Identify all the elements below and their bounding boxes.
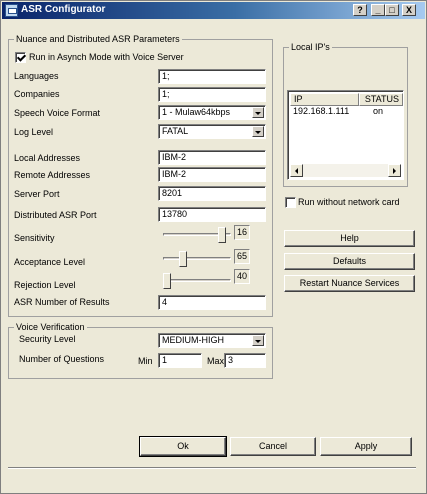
slider-track	[163, 279, 231, 282]
scroll-left-icon[interactable]	[290, 164, 303, 177]
speech-format-label: Speech Voice Format	[14, 108, 101, 118]
remote-addresses-input[interactable]: IBM-2	[158, 167, 266, 182]
minimize-button[interactable]: _	[371, 4, 385, 16]
server-port-label: Server Port	[14, 189, 60, 199]
async-mode-label: Run in Asynch Mode with Voice Server	[29, 52, 184, 62]
horizontal-scrollbar[interactable]	[290, 164, 401, 177]
languages-label: Languages	[14, 71, 59, 81]
local-addresses-input[interactable]: IBM-2	[158, 150, 266, 165]
ip-column-header[interactable]: IP	[290, 93, 359, 106]
min-label: Min	[138, 356, 153, 366]
sensitivity-slider[interactable]	[163, 225, 231, 245]
local-ips-title: Local IP's	[289, 42, 332, 53]
companies-label: Companies	[14, 89, 60, 99]
scroll-right-icon[interactable]	[388, 164, 401, 177]
min-questions-input[interactable]: 1	[158, 353, 202, 368]
chevron-down-icon[interactable]	[252, 107, 264, 118]
security-level-value: MEDIUM-HIGH	[162, 335, 224, 345]
distributed-port-input[interactable]: 13780	[158, 207, 266, 222]
log-level-select[interactable]: FATAL	[158, 124, 266, 139]
status-cell[interactable]: on	[373, 106, 383, 117]
cancel-button[interactable]: Cancel	[230, 437, 316, 456]
nuance-group-title: Nuance and Distributed ASR Parameters	[14, 34, 182, 45]
local-addresses-label: Local Addresses	[14, 153, 81, 163]
maximize-button[interactable]: □	[385, 4, 399, 16]
defaults-button[interactable]: Defaults	[284, 253, 415, 270]
companies-input[interactable]: 1;	[158, 87, 266, 102]
acceptance-slider[interactable]	[163, 249, 231, 269]
help-title-button[interactable]: ?	[353, 4, 367, 16]
speech-format-select[interactable]: 1 - Mulaw64kbps	[158, 105, 266, 120]
title-bar[interactable]: ASR Configurator ? _ □ X	[2, 2, 425, 19]
ip-list[interactable]: IP STATUS 192.168.1.111 on	[287, 90, 404, 180]
remote-addresses-label: Remote Addresses	[14, 170, 91, 180]
slider-track	[163, 257, 231, 260]
acceptance-value: 65	[234, 249, 250, 264]
server-port-input[interactable]: 8201	[158, 186, 266, 201]
acceptance-label: Acceptance Level	[14, 257, 86, 267]
restart-services-button[interactable]: Restart Nuance Services	[284, 275, 415, 292]
results-label: ASR Number of Results	[14, 297, 110, 307]
results-input[interactable]: 4	[158, 295, 266, 310]
slider-thumb[interactable]	[179, 251, 187, 267]
sensitivity-label: Sensitivity	[14, 233, 55, 243]
slider-thumb[interactable]	[218, 227, 226, 243]
log-level-value: FATAL	[162, 126, 189, 136]
speech-format-value: 1 - Mulaw64kbps	[162, 107, 231, 117]
help-button[interactable]: Help	[284, 230, 415, 247]
status-column-header[interactable]: STATUS	[359, 93, 403, 106]
slider-thumb[interactable]	[163, 273, 171, 289]
rejection-slider[interactable]	[163, 271, 231, 291]
ip-list-header: IP STATUS	[290, 93, 403, 106]
max-questions-input[interactable]: 3	[224, 353, 266, 368]
sensitivity-value: 16	[234, 225, 250, 240]
asr-configurator-window: ASR Configurator ? _ □ X Nuance and Dist…	[0, 0, 427, 494]
log-level-label: Log Level	[14, 127, 54, 137]
close-button[interactable]: X	[402, 4, 416, 16]
ip-cell[interactable]: 192.168.1.111	[293, 106, 349, 117]
ok-button[interactable]: Ok	[139, 436, 227, 457]
languages-input[interactable]: 1;	[158, 69, 266, 84]
status-separator	[8, 467, 416, 469]
chevron-down-icon[interactable]	[252, 126, 264, 137]
rejection-label: Rejection Level	[14, 280, 76, 290]
rejection-value: 40	[234, 269, 250, 284]
distributed-port-label: Distributed ASR Port	[14, 210, 97, 220]
security-level-label: Security Level	[19, 334, 76, 344]
chevron-down-icon[interactable]	[252, 335, 264, 346]
max-label: Max	[207, 356, 225, 366]
questions-label: Number of Questions	[19, 354, 105, 364]
apply-button[interactable]: Apply	[320, 437, 412, 456]
run-without-network-checkbox[interactable]	[285, 197, 296, 208]
window-title: ASR Configurator	[21, 4, 106, 15]
async-mode-checkbox[interactable]	[15, 52, 26, 63]
security-level-select[interactable]: MEDIUM-HIGH	[158, 333, 266, 348]
app-icon	[5, 4, 18, 17]
run-without-network-label: Run without network card	[298, 197, 400, 207]
voice-group-title: Voice Verification	[14, 322, 87, 333]
